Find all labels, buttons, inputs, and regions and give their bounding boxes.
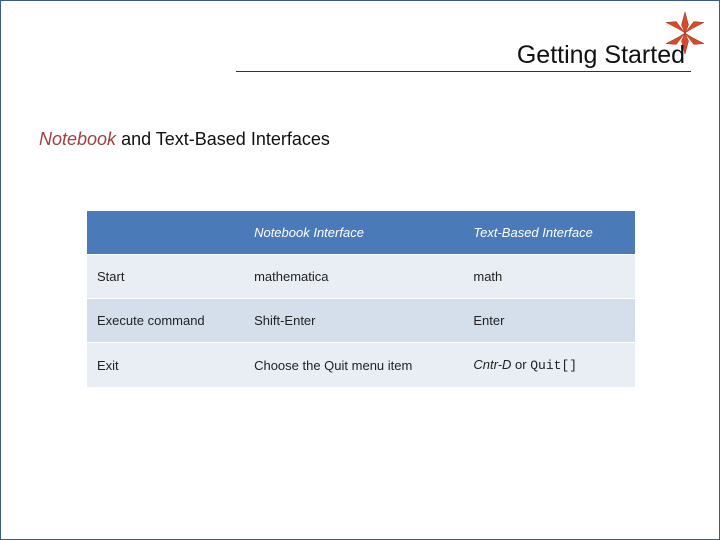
subtitle: Notebook and Text-Based Interfaces xyxy=(39,129,330,150)
row-label: Execute command xyxy=(87,299,244,343)
exit-quit: Quit[] xyxy=(530,358,577,373)
slide: Getting Started Notebook and Text-Based … xyxy=(0,0,720,540)
col-textbased: Text-Based Interface xyxy=(463,211,635,255)
table-row: Start mathematica math xyxy=(87,255,635,299)
page-title: Getting Started xyxy=(517,41,685,70)
exit-cntr-d: Cntr-D xyxy=(473,357,511,372)
table-row: Execute command Shift-Enter Enter xyxy=(87,299,635,343)
subtitle-italic: Notebook xyxy=(39,129,116,149)
col-notebook: Notebook Interface xyxy=(244,211,463,255)
cell-notebook: mathematica xyxy=(244,255,463,299)
interface-table: Notebook Interface Text-Based Interface … xyxy=(87,211,635,388)
exit-or: or xyxy=(511,357,530,372)
header-divider xyxy=(236,71,691,72)
subtitle-rest: and Text-Based Interfaces xyxy=(116,129,330,149)
row-label: Exit xyxy=(87,343,244,388)
cell-notebook: Shift-Enter xyxy=(244,299,463,343)
col-blank xyxy=(87,211,244,255)
row-label: Start xyxy=(87,255,244,299)
cell-notebook: Choose the Quit menu item xyxy=(244,343,463,388)
table-row: Exit Choose the Quit menu item Cntr-D or… xyxy=(87,343,635,388)
table-header-row: Notebook Interface Text-Based Interface xyxy=(87,211,635,255)
cell-textbased: Enter xyxy=(463,299,635,343)
cell-textbased: math xyxy=(463,255,635,299)
cell-textbased: Cntr-D or Quit[] xyxy=(463,343,635,388)
